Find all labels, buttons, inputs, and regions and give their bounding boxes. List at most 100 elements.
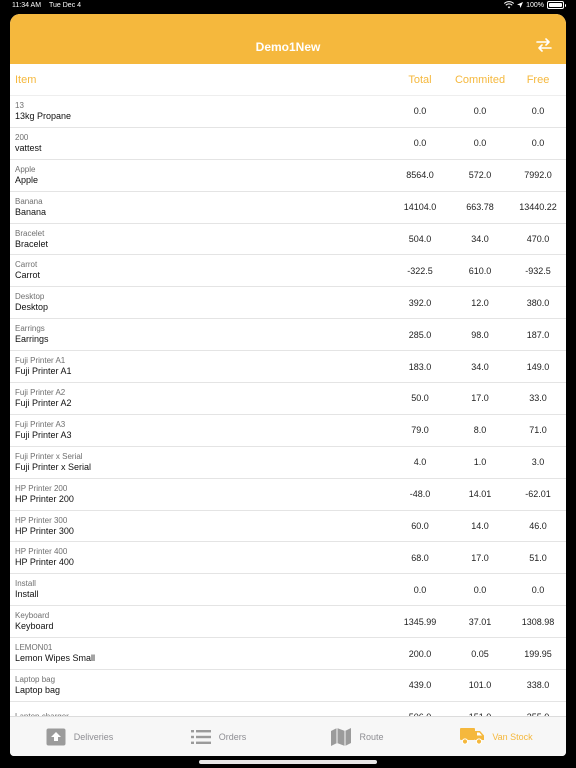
total-cell: 60.0: [411, 521, 429, 532]
free-cell: 470.0: [526, 234, 550, 244]
committed-cell: 17.0: [471, 393, 489, 404]
item-name: Fuji Printer A2: [15, 397, 72, 408]
table-row[interactable]: Fuji Printer A3 Fuji Printer A3 79.0 8.0 71.…: [10, 415, 566, 447]
tab-van-stock[interactable]: Van Stock: [427, 717, 566, 756]
committed-cell: 0.05: [471, 648, 489, 659]
table-row[interactable]: Bracelet Bracelet 504.0 34.0 470.0: [10, 224, 566, 256]
item-cell: Earrings Earrings: [10, 324, 390, 345]
item-code: Fuji Printer x Serial: [15, 451, 83, 461]
item-name: Bracelet: [15, 238, 49, 249]
item-cell: Fuji Printer A2 Fuji Printer A2: [10, 388, 390, 409]
item-code: LEMON01: [15, 643, 53, 653]
table-row[interactable]: Earrings Earrings 285.0 98.0 187.0: [10, 319, 566, 352]
table-row[interactable]: Fuji Printer A2 Fuji Printer A2 50.0 17.0 33…: [10, 383, 566, 415]
table-row[interactable]: Laptop charger506.0151.0355.0: [10, 702, 566, 716]
committed-cell: 0.0: [473, 584, 487, 595]
item-name: Keyboard: [15, 621, 54, 632]
table-row[interactable]: Apple Apple 8564.0 572.0 7992.0: [10, 160, 566, 192]
free-cell: -62.01: [525, 489, 551, 500]
item-name: 13kg Propane: [15, 110, 72, 121]
item-code: Fuji Printer A1: [15, 356, 66, 366]
committed-cell: 34.0: [471, 361, 489, 372]
free-cell: 0.0: [531, 138, 545, 149]
item-cell: 200 vattest: [10, 133, 390, 154]
tab-label-van-stock: Van Stock: [492, 731, 533, 742]
item-code: HP Printer 300: [15, 515, 68, 525]
committed-cell: 12.0: [471, 297, 489, 308]
page-title: Demo1New: [255, 40, 321, 54]
item-cell: HP Printer 200 HP Printer 200: [10, 484, 390, 505]
table-header: Item Total Commited Free: [10, 64, 566, 96]
total-cell: 1345.99: [403, 616, 437, 627]
committed-cell: 14.01: [468, 489, 492, 500]
column-header-free[interactable]: Free: [510, 74, 566, 86]
item-name: HP Printer 400: [15, 557, 74, 568]
item-cell: Install Install: [10, 579, 390, 600]
battery-icon: [547, 1, 566, 9]
navigation-bar: Demo1New: [10, 14, 566, 64]
tab-deliveries[interactable]: Deliveries: [10, 717, 149, 756]
item-name: Laptop bag: [15, 684, 61, 695]
table-row[interactable]: HP Printer 300 HP Printer 300 60.0 14.0 46.0: [10, 511, 566, 543]
item-cell: Desktop Desktop: [10, 292, 390, 313]
table-row[interactable]: Banana Banana 14104.0 663.78 13440.22: [10, 192, 566, 224]
item-cell: Apple Apple: [10, 165, 390, 186]
total-cell: 439.0: [408, 680, 432, 691]
free-cell: 13440.22: [519, 202, 557, 213]
item-name: Carrot: [15, 270, 41, 281]
total-cell: 504.0: [408, 234, 432, 244]
committed-cell: 663.78: [466, 202, 494, 213]
table-row[interactable]: Desktop Desktop 392.0 12.0 380.0: [10, 287, 566, 320]
item-code: Fuji Printer A3: [15, 419, 66, 429]
table-row[interactable]: Fuji Printer A1 Fuji Printer A1 183.0 34.0 1…: [10, 351, 566, 384]
table-row[interactable]: LEMON01 Lemon Wipes Small 200.0 0.05 199.95: [10, 638, 566, 671]
table-row[interactable]: 13 13kg Propane 0.0 0.0 0.0: [10, 96, 566, 128]
item-code: HP Printer 200: [15, 483, 68, 493]
committed-cell: 0.0: [473, 106, 487, 117]
free-cell: 7992.0: [524, 170, 552, 181]
app-window: Demo1New Item Total Commited Free 13 13kg…: [10, 14, 566, 756]
total-cell: -48.0: [409, 489, 431, 500]
table-row[interactable]: Carrot Carrot -322.5 610.0 -932.5: [10, 255, 566, 288]
table-row[interactable]: Keyboard Keyboard 1345.99 37.01 1308.98: [10, 606, 566, 639]
column-header-committed[interactable]: Commited: [450, 74, 510, 86]
column-header-item[interactable]: Item: [10, 74, 390, 86]
tab-orders[interactable]: Orders: [149, 717, 288, 756]
item-code: Bracelet: [15, 228, 45, 238]
committed-cell: 14.0: [471, 521, 489, 532]
free-cell: 51.0: [529, 552, 547, 563]
total-cell: 0.0: [413, 138, 427, 149]
item-code: Install: [15, 579, 36, 589]
item-cell: HP Printer 400 HP Printer 400: [10, 547, 390, 568]
table-row[interactable]: Fuji Printer x Serial Fuji Printer x Seri…: [10, 447, 566, 479]
table-row[interactable]: HP Printer 200 HP Printer 200 -48.0 14.01 -6…: [10, 479, 566, 511]
item-code: Carrot: [15, 260, 38, 270]
item-code: Banana: [15, 196, 43, 206]
stock-list[interactable]: 13 13kg Propane 0.0 0.0 0.0 200 vattest 0.0 0.0 0…: [10, 96, 566, 716]
table-row[interactable]: Laptop bag Laptop bag 439.0 101.0 338.0: [10, 670, 566, 702]
item-cell: 13 13kg Propane: [10, 101, 390, 122]
tab-label-deliveries: Deliveries: [73, 731, 114, 742]
committed-cell: 34.0: [471, 234, 489, 244]
item-name: vattest: [15, 142, 42, 153]
committed-cell: 610.0: [468, 265, 492, 276]
total-cell: 0.0: [413, 106, 427, 117]
free-cell: 33.0: [529, 393, 547, 404]
map-icon: [331, 727, 352, 746]
item-code: Apple: [15, 164, 36, 174]
item-name: Apple: [15, 174, 39, 185]
item-name: Install: [15, 589, 39, 600]
table-row[interactable]: Install Install 0.0 0.0 0.0: [10, 574, 566, 607]
column-header-total[interactable]: Total: [390, 74, 450, 86]
tab-route[interactable]: Route: [288, 717, 427, 756]
item-code: Fuji Printer A2: [15, 387, 66, 397]
total-cell: 68.0: [411, 552, 429, 563]
free-cell: 3.0: [531, 457, 545, 468]
table-row[interactable]: HP Printer 400 HP Printer 400 68.0 17.0 51.0: [10, 542, 566, 575]
item-code: Keyboard: [15, 611, 50, 621]
tab-bar: Deliveries Orders Route Van Stock: [10, 716, 566, 756]
table-row[interactable]: 200 vattest 0.0 0.0 0.0: [10, 128, 566, 160]
deliveries-icon: [46, 728, 66, 745]
status-time: 11:34 AM: [12, 2, 42, 9]
swap-arrows-icon[interactable]: [536, 38, 552, 52]
